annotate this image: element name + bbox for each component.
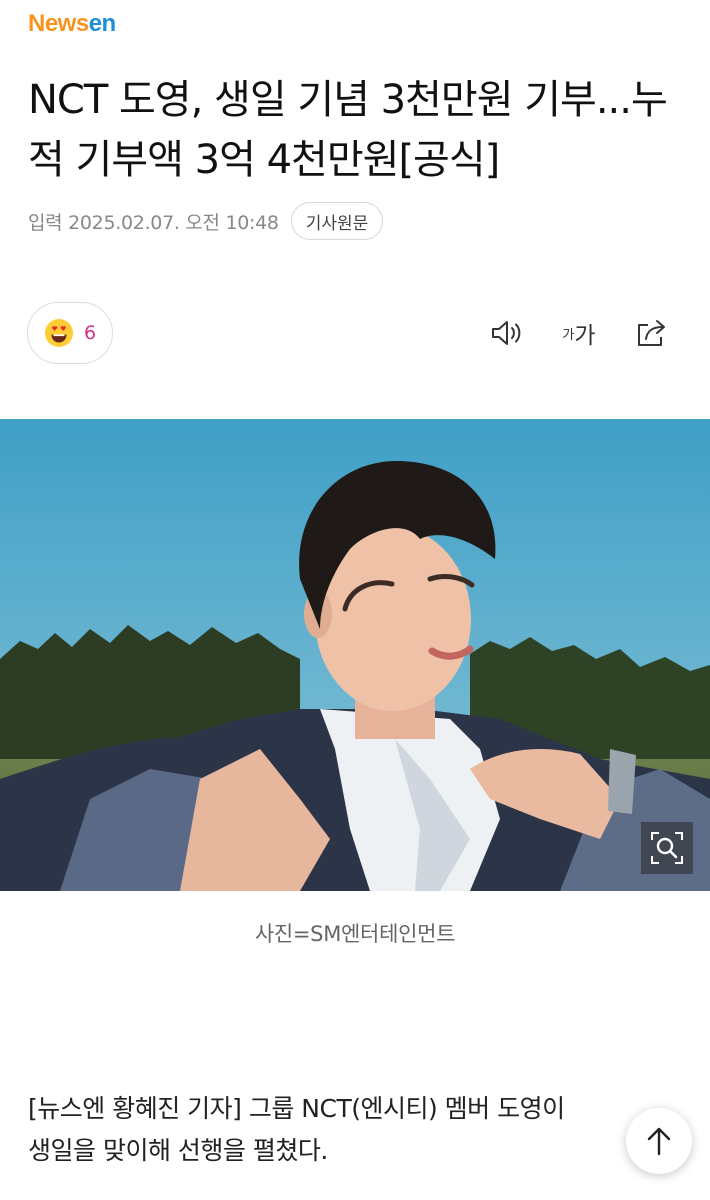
publish-date: 입력 2025.02.07. 오전 10:48 [28,211,279,234]
article-photo[interactable] [0,419,710,891]
zoom-search-icon [651,832,683,864]
photo-portrait-illustration [0,419,710,891]
newsen-logo[interactable]: Newsen [28,10,116,38]
arrow-up-icon [647,1127,671,1156]
article-meta: 입력 2025.02.07. 오전 10:48 기사원문 [28,202,384,240]
scroll-to-top-button[interactable] [626,1108,692,1174]
font-size-button[interactable]: 가가 [556,314,602,352]
share-button[interactable] [632,314,672,352]
article-body: [뉴스엔 황혜진 기자] 그룹 NCT(엔시티) 멤버 도영이 생일을 맞이해 … [28,1094,565,1165]
article-headline: NCT 도영, 생일 기념 3천만원 기부...누적 기부액 3억 4천만원[공… [28,77,668,183]
logo-text-news: News [28,10,89,37]
speaker-icon [492,321,521,345]
share-icon [638,320,665,346]
logo-text-en: en [88,10,117,37]
reaction-count: 6 [83,322,97,344]
font-size-large-glyph: 가 [574,323,596,349]
heart-eyes-emoji-icon [44,319,73,347]
photo-zoom-button[interactable] [641,822,693,874]
font-size-small-glyph: 가 [562,327,575,343]
reaction-button[interactable]: 6 [27,302,113,364]
photo-caption: 사진=SM엔터테인먼트 [254,922,456,946]
audio-button[interactable] [488,314,528,352]
original-article-button[interactable]: 기사원문 [290,202,384,240]
